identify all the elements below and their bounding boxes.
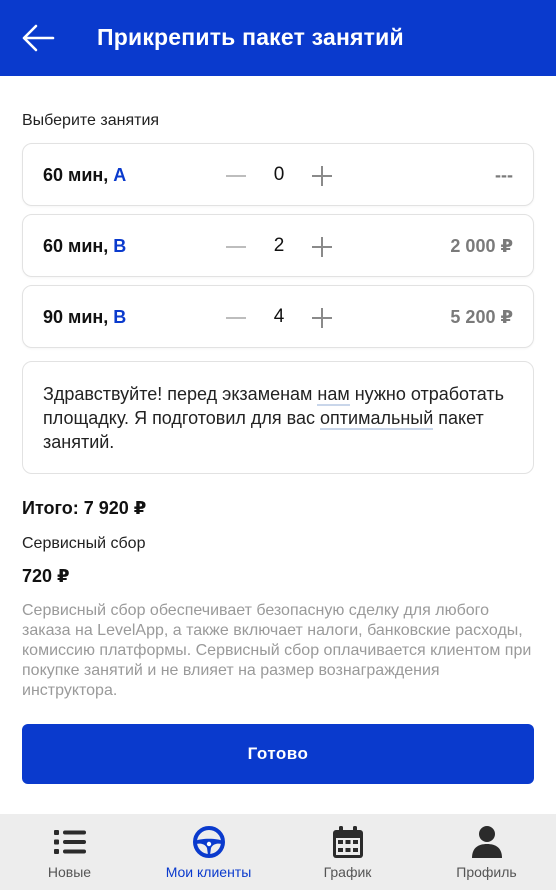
message-text: Здравствуйте! перед экзаменам <box>43 384 318 404</box>
arrow-left-icon <box>22 24 55 52</box>
lesson-duration: 60 мин, <box>43 236 109 256</box>
calendar-icon <box>330 824 366 860</box>
message-textarea[interactable]: Здравствуйте! перед экзаменам нам нужно … <box>22 361 534 474</box>
section-label: Выберите занятия <box>22 112 160 129</box>
lesson-name: 90 мин, B <box>43 307 126 328</box>
quantity-stepper: 0 <box>223 144 335 207</box>
lesson-category: B <box>113 307 127 327</box>
bottom-tab-bar: Новые Мои клиенты График Профиль <box>0 814 556 890</box>
decrement-button[interactable] <box>223 229 249 265</box>
quantity-stepper: 4 <box>223 286 335 349</box>
tab-label: Профиль <box>456 864 517 880</box>
service-fee-value: 720 ₽ <box>22 566 70 586</box>
total-amount: Итого: 7 920 ₽ <box>22 498 147 518</box>
minus-icon <box>226 317 246 319</box>
tab-label: Новые <box>47 864 92 880</box>
done-button[interactable]: Готово <box>22 724 534 784</box>
tab-profile[interactable]: Профиль <box>417 814 556 890</box>
lesson-name: 60 мин, B <box>43 236 126 257</box>
tab-my-clients[interactable]: Мои клиенты <box>139 814 278 890</box>
decrement-button[interactable] <box>223 300 249 336</box>
minus-icon <box>226 246 246 248</box>
lesson-price: 5 200 ₽ <box>450 307 513 327</box>
back-button[interactable] <box>18 20 58 56</box>
service-fee-description: Сервисный сбор обеспечивает безопасную с… <box>22 602 532 699</box>
lesson-duration: 60 мин, <box>43 165 109 185</box>
lesson-row: 90 мин, B 4 5 200 ₽ <box>22 285 534 348</box>
app-header: Прикрепить пакет занятий <box>0 0 556 76</box>
lesson-price: --- <box>495 165 513 185</box>
message-text-underlined: оптимальный <box>320 408 434 430</box>
lesson-category: B <box>113 236 127 256</box>
lesson-duration: 90 мин, <box>43 307 109 327</box>
increment-button[interactable] <box>309 300 335 336</box>
lesson-price: 2 000 ₽ <box>450 236 513 256</box>
lesson-row: 60 мин, B 2 2 000 ₽ <box>22 214 534 277</box>
quantity-stepper: 2 <box>223 215 335 278</box>
lesson-name: 60 мин, A <box>43 165 126 186</box>
steering-wheel-icon <box>191 824 227 860</box>
tab-label: График <box>323 864 372 880</box>
tab-schedule[interactable]: График <box>278 814 417 890</box>
lesson-category: A <box>113 165 127 185</box>
increment-button[interactable] <box>309 229 335 265</box>
quantity-value: 0 <box>273 164 285 185</box>
decrement-button[interactable] <box>223 158 249 194</box>
tab-new[interactable]: Новые <box>0 814 139 890</box>
page-title: Прикрепить пакет занятий <box>97 24 404 50</box>
tab-label: Мои клиенты <box>165 864 252 880</box>
list-icon <box>52 824 88 860</box>
quantity-value: 4 <box>273 306 285 327</box>
service-fee-label: Сервисный сбор <box>22 535 146 552</box>
user-icon <box>469 824 505 860</box>
quantity-value: 2 <box>273 235 285 256</box>
lesson-row: 60 мин, A 0 --- <box>22 143 534 206</box>
increment-button[interactable] <box>309 158 335 194</box>
minus-icon <box>226 175 246 177</box>
message-text-underlined: нам <box>317 384 350 406</box>
